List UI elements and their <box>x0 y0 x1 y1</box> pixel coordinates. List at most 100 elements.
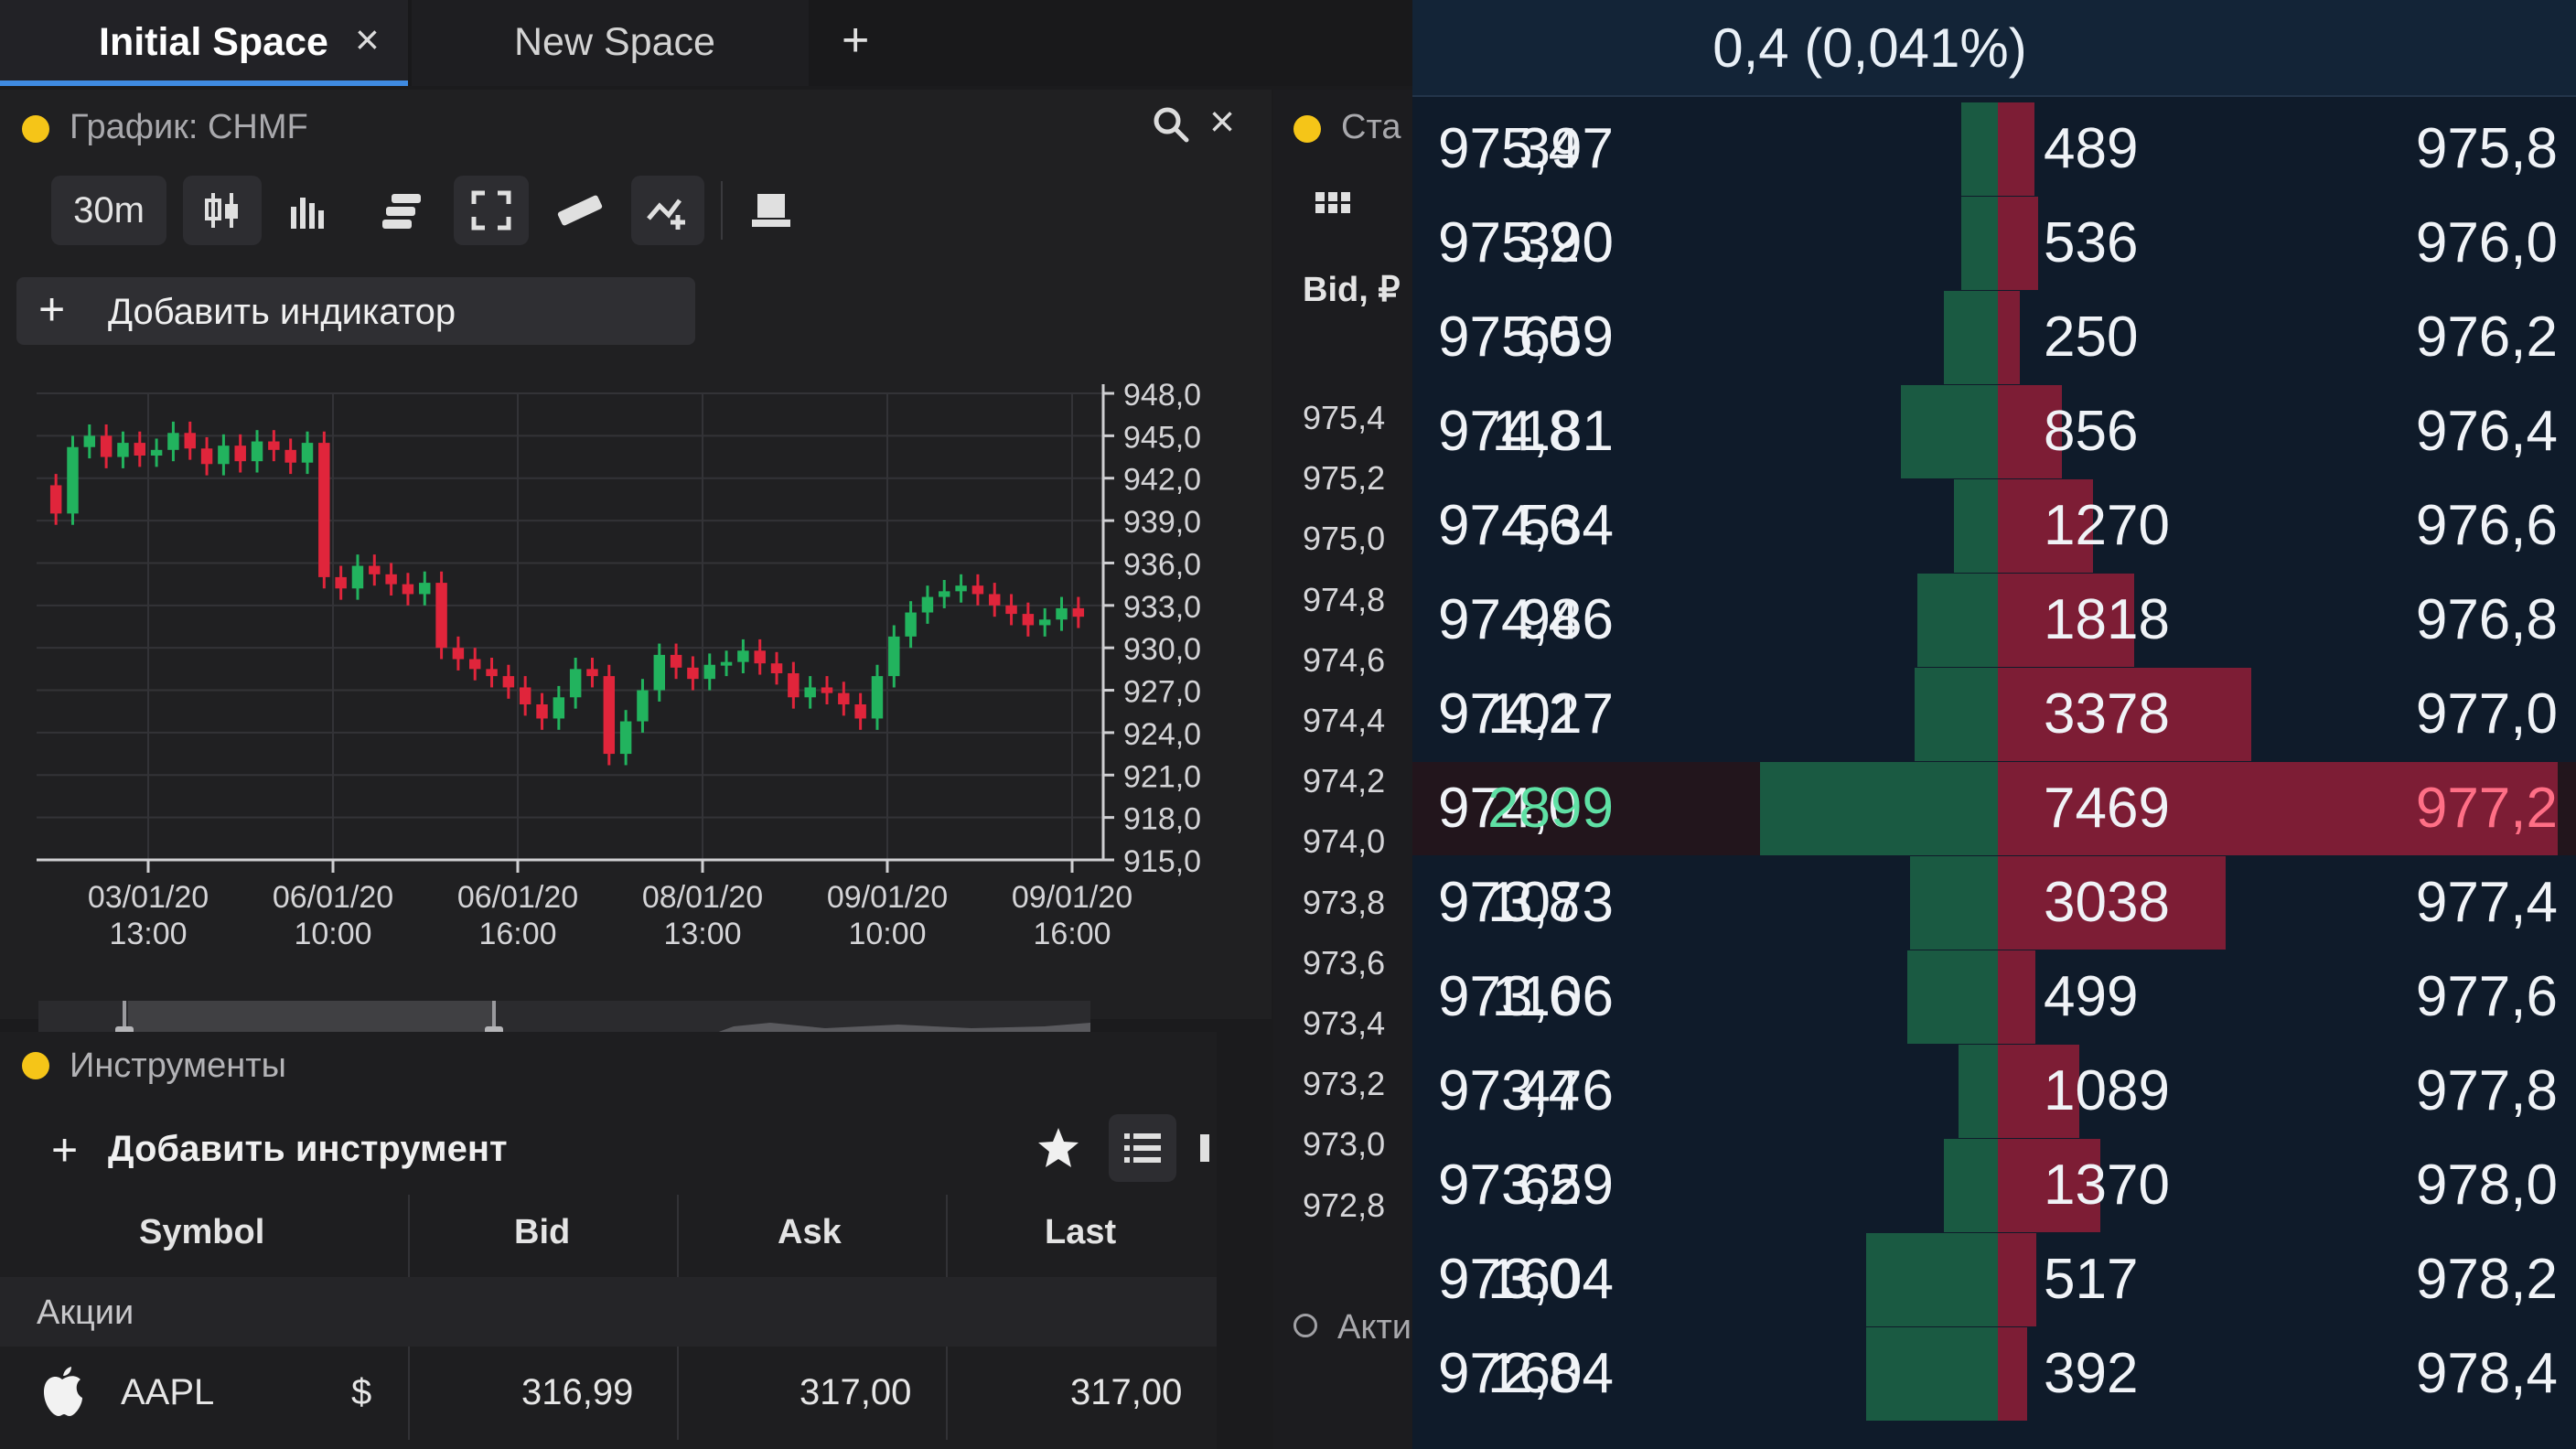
candles-icon[interactable] <box>183 176 262 245</box>
middle-price[interactable]: 975,4 <box>1303 399 1385 437</box>
middle-price[interactable]: 974,0 <box>1303 822 1385 861</box>
order-book-row[interactable]: 972,8 1604 392 978,4 <box>1412 1327 2576 1421</box>
bid-volume-bar <box>1906 950 1998 1044</box>
status-dot <box>22 115 49 143</box>
close-icon[interactable]: × <box>355 15 380 64</box>
add-indicator-button[interactable]: + Добавить индикатор <box>16 277 695 345</box>
candle-body <box>200 448 213 465</box>
save-icon[interactable] <box>748 190 794 237</box>
middle-price[interactable]: 973,6 <box>1303 944 1385 982</box>
tab-new-space[interactable]: New Space <box>412 0 809 86</box>
status-dot <box>22 1052 49 1079</box>
middle-price[interactable]: 973,0 <box>1303 1125 1385 1164</box>
order-book-row[interactable]: 973,0 1604 517 978,2 <box>1412 1233 2576 1326</box>
ask-vol-cell: 856 <box>2044 400 2139 463</box>
ask-vol-cell: 3038 <box>2044 871 2170 934</box>
section-row-stocks[interactable]: Акции <box>0 1277 1217 1347</box>
middle-price[interactable]: 975,2 <box>1303 459 1385 498</box>
order-book-row[interactable]: 974,0 2899 7469 977,2 <box>1412 762 2576 855</box>
middle-price[interactable]: 972,8 <box>1303 1186 1385 1225</box>
fullscreen-icon[interactable] <box>454 176 529 245</box>
bid-vol-cell: 476 <box>1519 1059 1614 1122</box>
candle-body <box>653 654 666 691</box>
middle-footer-label: Акти <box>1337 1308 1412 1347</box>
ask-volume-bar <box>1998 950 2035 1044</box>
order-book-row[interactable]: 975,4 397 489 975,8 <box>1412 102 2576 196</box>
instrument-last: 317,00 <box>1070 1372 1183 1412</box>
ask-price-cell: 978,4 <box>2415 1342 2558 1405</box>
bars-icon[interactable] <box>285 188 331 239</box>
middle-price[interactable]: 973,8 <box>1303 884 1385 922</box>
order-book-row[interactable]: 974,4 986 1818 976,8 <box>1412 574 2576 667</box>
x-tick-date: 09/01/20 <box>827 880 948 915</box>
middle-price[interactable]: 974,8 <box>1303 581 1385 619</box>
order-book: 0,4 (0,041%) 975,4 397 489 975,8 975,2 390 536… <box>1412 0 2576 1449</box>
bid-vol-cell: 390 <box>1519 211 1614 274</box>
middle-price[interactable]: 974,2 <box>1303 762 1385 800</box>
list-icon[interactable] <box>1109 1114 1176 1182</box>
column-header-last[interactable]: Last <box>1045 1213 1116 1252</box>
bid-volume-bar <box>1909 856 1998 950</box>
x-tick-date: 08/01/20 <box>642 880 763 915</box>
ask-price-cell: 977,6 <box>2415 965 2558 1028</box>
y-tick-label: 945,0 <box>1123 420 1201 455</box>
column-header-ask[interactable]: Ask <box>778 1213 842 1252</box>
order-book-row[interactable]: 975,0 659 250 976,2 <box>1412 291 2576 384</box>
candle-body <box>502 676 515 688</box>
order-book-row[interactable]: 973,8 1073 3038 977,4 <box>1412 856 2576 950</box>
search-icon[interactable] <box>1151 104 1191 149</box>
grid-icon[interactable] <box>1314 188 1352 220</box>
more-icon[interactable] <box>1200 1134 1209 1162</box>
ask-vol-cell: 1270 <box>2044 494 2170 557</box>
order-book-row[interactable]: 973,2 659 1370 978,0 <box>1412 1139 2576 1232</box>
bid-vol-cell: 659 <box>1519 306 1614 369</box>
ask-volume-bar <box>1998 1233 2037 1326</box>
plus-icon: + <box>51 1124 79 1175</box>
star-icon[interactable] <box>1036 1125 1081 1175</box>
order-book-row[interactable]: 974,2 1017 3378 977,0 <box>1412 668 2576 761</box>
table-row[interactable]: AAPL $ 316,99 317,00 317,00 <box>0 1350 1217 1438</box>
ask-price-cell: 976,8 <box>2415 588 2558 651</box>
candle-body <box>385 574 397 585</box>
y-tick-label: 924,0 <box>1123 717 1201 752</box>
order-book-row[interactable]: 974,6 534 1270 976,6 <box>1412 479 2576 573</box>
column-header-symbol[interactable]: Symbol <box>139 1213 264 1252</box>
candle-body <box>1038 619 1051 626</box>
layers-icon[interactable] <box>379 188 426 239</box>
y-tick-label: 915,0 <box>1123 844 1201 879</box>
tab-initial-space[interactable]: Initial Space × <box>0 0 408 86</box>
timeframe-button[interactable]: 30m <box>51 176 166 245</box>
plus-icon: + <box>38 284 66 335</box>
middle-price[interactable]: 975,0 <box>1303 520 1385 558</box>
price-chart[interactable]: 948,0 945,0 942,0 939,0 936,0 933,0 930,0 927,0… <box>27 375 1226 961</box>
middle-price[interactable]: 974,4 <box>1303 702 1385 740</box>
column-header-bid[interactable]: Bid <box>514 1213 570 1252</box>
candle-body <box>804 687 816 698</box>
order-book-row[interactable]: 974,8 1181 856 976,4 <box>1412 385 2576 478</box>
ask-price-cell: 977,8 <box>2415 1059 2558 1122</box>
radio-icon[interactable] <box>1293 1314 1317 1337</box>
add-tab-button[interactable]: + <box>809 0 918 86</box>
compare-icon[interactable] <box>631 176 704 245</box>
order-book-row[interactable]: 975,2 390 536 976,0 <box>1412 197 2576 290</box>
ruler-icon[interactable] <box>554 187 606 237</box>
y-tick-label: 939,0 <box>1123 505 1201 540</box>
order-book-row[interactable]: 973,6 1106 499 977,6 <box>1412 950 2576 1044</box>
middle-price[interactable]: 974,6 <box>1303 641 1385 680</box>
add-instrument-label: Добавить инструмент <box>108 1129 508 1169</box>
instrument-currency: $ <box>351 1372 372 1412</box>
add-instrument-button[interactable]: + Добавить инструмент <box>51 1124 564 1175</box>
close-icon[interactable]: × <box>1209 97 1235 147</box>
order-book-row[interactable]: 973,4 476 1089 977,8 <box>1412 1045 2576 1138</box>
bid-volume-bar <box>1916 574 1998 667</box>
middle-column-header[interactable]: Bid, ₽ <box>1303 269 1401 310</box>
candle-body <box>268 441 280 450</box>
chart-title: График: CHMF <box>70 108 308 146</box>
bid-volume-bar <box>1961 102 1998 196</box>
bid-vol-cell: 2899 <box>1487 777 1614 840</box>
middle-price[interactable]: 973,4 <box>1303 1004 1385 1043</box>
bid-vol-cell: 1604 <box>1487 1248 1614 1311</box>
middle-price[interactable]: 973,2 <box>1303 1065 1385 1103</box>
candle-body <box>117 443 129 457</box>
y-tick-label: 930,0 <box>1123 632 1201 667</box>
